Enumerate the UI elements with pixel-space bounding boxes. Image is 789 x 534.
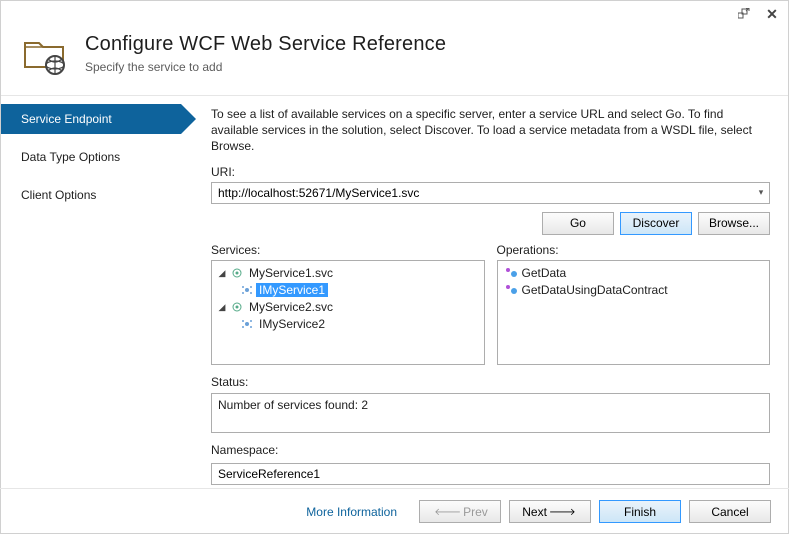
lists-row: Services: ◢ MyService1.svc IMyService1 ◢ bbox=[211, 243, 770, 365]
expand-collapse-icon[interactable]: ◢ bbox=[216, 302, 228, 313]
uri-input[interactable] bbox=[212, 186, 753, 200]
go-button[interactable]: Go bbox=[542, 212, 614, 235]
window-titlebar: ✕ bbox=[1, 1, 788, 27]
status-text: Number of services found: 2 bbox=[218, 398, 368, 412]
sidebar-item-label: Service Endpoint bbox=[21, 112, 112, 126]
contract-icon bbox=[240, 284, 254, 296]
services-tree[interactable]: ◢ MyService1.svc IMyService1 ◢ MyService… bbox=[211, 260, 485, 365]
browse-button[interactable]: Browse... bbox=[698, 212, 770, 235]
operation-item[interactable]: GetDataUsingDataContract bbox=[498, 282, 770, 299]
service-file-icon bbox=[230, 301, 244, 313]
services-label: Services: bbox=[211, 243, 485, 257]
next-button[interactable]: Next🡒 bbox=[509, 500, 591, 523]
status-box: Number of services found: 2 bbox=[211, 393, 770, 433]
instruction-text: To see a list of available services on a… bbox=[211, 106, 770, 155]
contract-icon bbox=[240, 318, 254, 330]
expand-collapse-icon[interactable]: ◢ bbox=[216, 268, 228, 279]
operation-icon bbox=[504, 284, 518, 296]
dialog-title: Configure WCF Web Service Reference bbox=[85, 33, 446, 56]
service-file-icon bbox=[230, 267, 244, 279]
status-label: Status: bbox=[211, 375, 770, 389]
window-extra-icon[interactable] bbox=[734, 4, 754, 24]
tree-node-label: IMyService1 bbox=[256, 283, 328, 297]
tree-node-service[interactable]: ◢ MyService2.svc bbox=[212, 299, 484, 316]
close-icon[interactable]: ✕ bbox=[762, 4, 782, 24]
sidebar-item-data-type-options[interactable]: Data Type Options bbox=[1, 142, 181, 172]
tree-node-service[interactable]: ◢ MyService1.svc bbox=[212, 265, 484, 282]
wizard-footer: More Information 🡐Prev Next🡒 Finish Canc… bbox=[0, 488, 789, 534]
sidebar-item-client-options[interactable]: Client Options bbox=[1, 180, 181, 210]
prev-button[interactable]: 🡐Prev bbox=[419, 500, 501, 523]
tree-node-contract[interactable]: IMyService1 bbox=[212, 282, 484, 299]
uri-label: URI: bbox=[211, 165, 770, 179]
discover-button[interactable]: Discover bbox=[620, 212, 692, 235]
finish-button[interactable]: Finish bbox=[599, 500, 681, 523]
wcf-folder-icon bbox=[21, 33, 69, 81]
arrow-right-icon: 🡒 bbox=[549, 506, 576, 518]
uri-combobox[interactable]: ▾ bbox=[211, 182, 770, 204]
namespace-input[interactable] bbox=[211, 463, 770, 485]
cancel-button[interactable]: Cancel bbox=[689, 500, 771, 523]
content-panel: To see a list of available services on a… bbox=[181, 96, 788, 485]
tree-node-label: MyService1.svc bbox=[246, 266, 336, 280]
tree-node-label: MyService2.svc bbox=[246, 300, 336, 314]
namespace-label: Namespace: bbox=[211, 443, 770, 457]
dialog-subtitle: Specify the service to add bbox=[85, 60, 446, 74]
sidebar-item-label: Data Type Options bbox=[21, 150, 120, 164]
operations-label: Operations: bbox=[497, 243, 771, 257]
dialog-header: Configure WCF Web Service Reference Spec… bbox=[1, 27, 788, 95]
sidebar-item-label: Client Options bbox=[21, 188, 96, 202]
main-area: Service Endpoint Data Type Options Clien… bbox=[1, 95, 788, 485]
operation-label: GetDataUsingDataContract bbox=[522, 283, 668, 297]
operations-list[interactable]: GetData GetDataUsingDataContract bbox=[497, 260, 771, 365]
tree-node-contract[interactable]: IMyService2 bbox=[212, 316, 484, 333]
operation-item[interactable]: GetData bbox=[498, 265, 770, 282]
wizard-sidebar: Service Endpoint Data Type Options Clien… bbox=[1, 96, 181, 485]
more-information-link[interactable]: More Information bbox=[306, 505, 397, 519]
sidebar-item-service-endpoint[interactable]: Service Endpoint bbox=[1, 104, 181, 134]
action-button-row: Go Discover Browse... bbox=[211, 212, 770, 235]
tree-node-label: IMyService2 bbox=[256, 317, 328, 331]
operation-label: GetData bbox=[522, 266, 567, 280]
operation-icon bbox=[504, 267, 518, 279]
chevron-down-icon[interactable]: ▾ bbox=[753, 187, 769, 198]
arrow-left-icon: 🡐 bbox=[434, 506, 461, 518]
